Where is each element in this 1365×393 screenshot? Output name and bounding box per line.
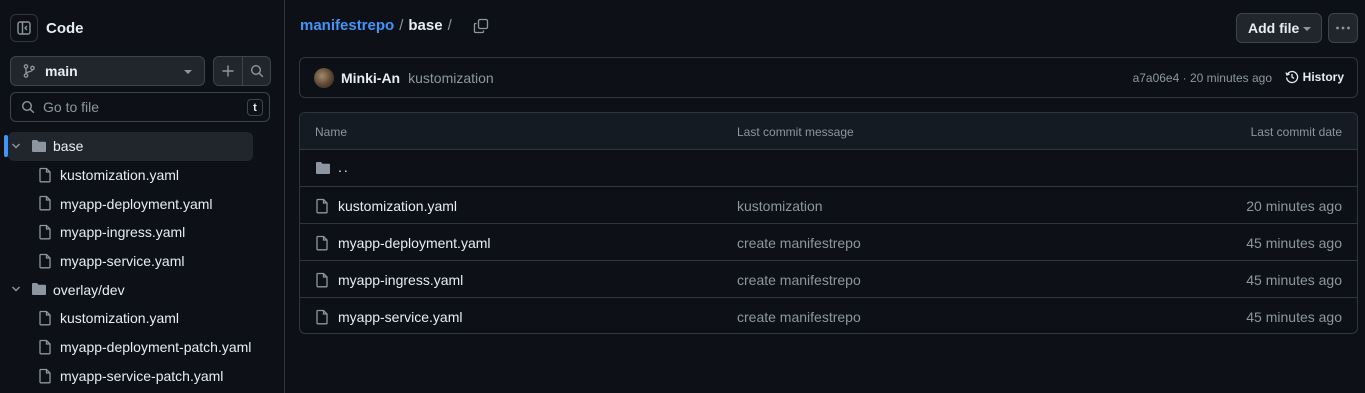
tree-item-label: myapp-ingress.yaml: [60, 224, 186, 241]
sidebar-title: Code: [46, 19, 84, 37]
history-label: History: [1302, 70, 1344, 84]
kebab-horizontal-icon: [1336, 26, 1350, 30]
file-icon: [39, 167, 51, 183]
tree-file-item[interactable]: kustomization.yaml: [0, 304, 285, 333]
file-icon: [316, 309, 328, 325]
tree-item-label: overlay/dev: [53, 281, 125, 298]
caret-down-icon: [1303, 27, 1311, 31]
file-icon: [39, 368, 51, 383]
sidebar-collapse-icon: [17, 21, 31, 35]
file-row[interactable]: kustomization.yaml kustomization 20 minute…: [300, 187, 1357, 224]
go-to-file-search[interactable]: t: [10, 92, 270, 122]
tree-folder-item[interactable]: base: [8, 132, 253, 161]
add-file-label: Add file: [1248, 20, 1300, 36]
history-button[interactable]: History: [1285, 70, 1344, 84]
tree-file-item[interactable]: kustomization.yaml: [0, 161, 285, 190]
file-name-link[interactable]: myapp-service.yaml: [338, 309, 462, 325]
add-file-button[interactable]: Add file: [1236, 13, 1322, 43]
tree-item-label: myapp-service.yaml: [60, 253, 185, 270]
tree-file-item[interactable]: myapp-deployment.yaml: [0, 189, 285, 218]
parent-directory-link[interactable]: ..: [338, 159, 350, 175]
tree-actions: [213, 56, 271, 86]
file-name-link[interactable]: kustomization.yaml: [338, 198, 457, 214]
commit-message-link[interactable]: kustomization: [408, 70, 494, 86]
breadcrumb-separator: /: [399, 17, 404, 34]
go-to-file-input[interactable]: [43, 99, 233, 115]
tree-item-label: kustomization.yaml: [60, 167, 180, 184]
tree-file-item[interactable]: myapp-service.yaml: [0, 247, 285, 276]
file-row[interactable]: myapp-deployment.yaml create manifestrepo…: [300, 224, 1357, 261]
file-icon: [316, 272, 328, 288]
caret-down-icon: [184, 70, 192, 74]
folder-open-icon: [32, 283, 46, 296]
file-icon: [39, 253, 51, 269]
sidebar-header: Code: [10, 14, 84, 42]
commit-author-link[interactable]: Minki-An: [341, 70, 400, 86]
history-icon: [1285, 70, 1298, 84]
file-icon: [39, 224, 51, 240]
folder-icon: [316, 162, 330, 174]
copy-icon: [473, 18, 488, 33]
file-name-link[interactable]: myapp-deployment.yaml: [338, 235, 491, 251]
tree-file-item[interactable]: myapp-service-patch.yaml: [0, 362, 285, 391]
git-branch-icon: [23, 64, 35, 78]
column-header-message: Last commit message: [737, 125, 854, 139]
breadcrumb-separator: /: [447, 17, 452, 34]
file-commit-message-link[interactable]: kustomization: [737, 198, 823, 214]
files-table: Name Last commit message Last commit dat…: [299, 112, 1358, 334]
avatar[interactable]: [314, 67, 334, 88]
branch-name: main: [45, 63, 78, 79]
file-commit-date: 45 minutes ago: [1246, 235, 1342, 251]
file-tree-sidebar: Code main Go to file t base kustomizatio…: [0, 0, 285, 393]
chevron-down-icon: [12, 143, 20, 149]
branch-selector-button[interactable]: main: [10, 56, 205, 86]
file-icon: [39, 196, 51, 211]
tree-folder-item[interactable]: overlay/dev: [0, 275, 285, 304]
search-icon: [250, 64, 263, 78]
chevron-down-icon: [12, 286, 20, 292]
column-header-name: Name: [315, 125, 348, 139]
file-commit-date: 20 minutes ago: [1246, 198, 1342, 214]
file-commit-date: 45 minutes ago: [1246, 309, 1342, 325]
tree-file-item[interactable]: myapp-deployment-patch.yaml: [0, 333, 285, 362]
file-icon: [39, 339, 51, 355]
breadcrumb-current: base: [408, 17, 443, 34]
breadcrumb: manifestrepo / base /: [300, 17, 489, 34]
latest-commit-box: Minki-An kustomization a7a06e4 · 20 minu…: [299, 57, 1358, 98]
file-commit-date: 45 minutes ago: [1246, 272, 1342, 288]
parent-directory-row[interactable]: ..: [300, 150, 1357, 187]
column-header-date: Last commit date: [1250, 125, 1342, 139]
tree-item-label: myapp-deployment.yaml: [60, 195, 213, 212]
file-icon: [39, 310, 51, 326]
file-icon: [316, 235, 328, 251]
commit-sha-time[interactable]: a7a06e4 · 20 minutes ago: [1133, 71, 1272, 85]
sidebar-toggle-button[interactable]: [10, 14, 38, 42]
tree-item-label: kustomization.yaml: [60, 310, 180, 327]
file-tree: base kustomization.yaml myapp-deployment.y…: [0, 132, 285, 390]
add-file-tree-button[interactable]: [214, 57, 242, 85]
tree-item-label: base: [53, 138, 84, 155]
tree-file-item[interactable]: myapp-ingress.yaml: [0, 218, 285, 247]
search-tree-button[interactable]: [242, 57, 270, 85]
copy-path-button[interactable]: [473, 18, 489, 34]
file-row[interactable]: myapp-ingress.yaml create manifestrepo 45 …: [300, 261, 1357, 298]
file-row[interactable]: myapp-service.yaml create manifestrepo 45 …: [300, 298, 1357, 333]
tree-item-label: myapp-service-patch.yaml: [60, 367, 224, 384]
breadcrumb-repo-link[interactable]: manifestrepo: [300, 17, 394, 34]
plus-icon: [222, 65, 234, 77]
file-commit-message-link[interactable]: create manifestrepo: [737, 272, 861, 288]
file-name-link[interactable]: myapp-ingress.yaml: [338, 272, 463, 288]
tree-item-label: myapp-deployment-patch.yaml: [60, 339, 252, 356]
search-icon: [21, 100, 35, 114]
keyboard-shortcut-hint: t: [247, 99, 263, 116]
file-commit-message-link[interactable]: create manifestrepo: [737, 235, 861, 251]
file-commit-message-link[interactable]: create manifestrepo: [737, 309, 861, 325]
folder-open-icon: [32, 140, 46, 152]
files-table-header: Name Last commit message Last commit dat…: [300, 113, 1357, 150]
more-options-button[interactable]: [1328, 13, 1358, 43]
file-icon: [316, 198, 328, 214]
